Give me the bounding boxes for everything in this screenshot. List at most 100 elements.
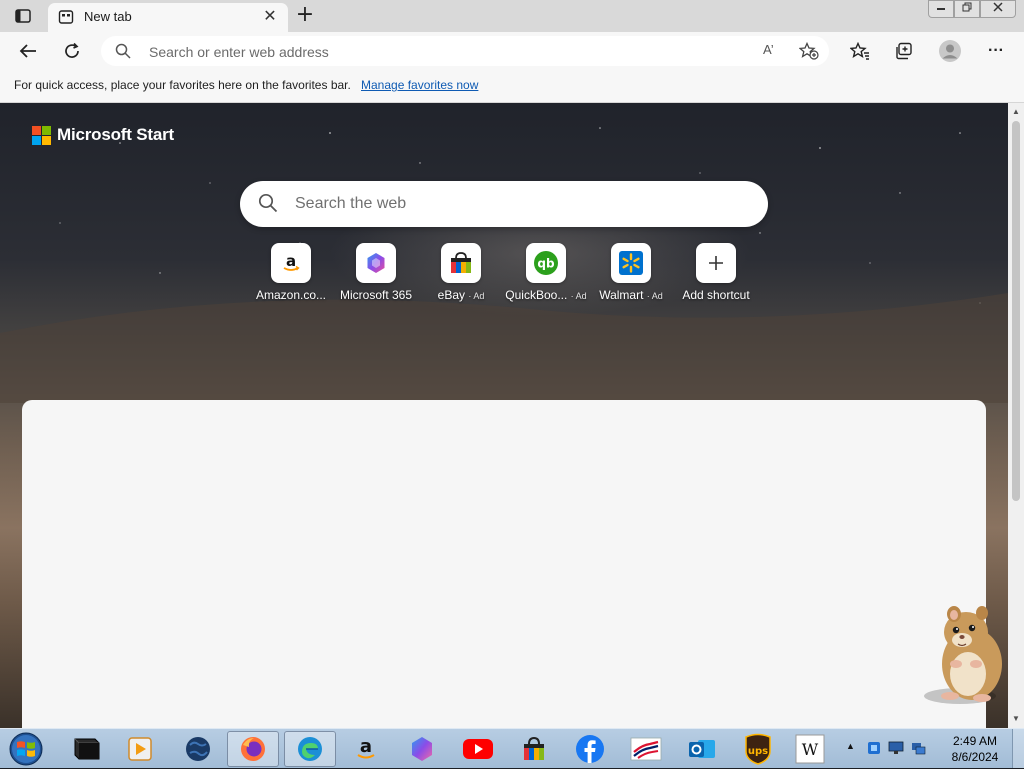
shortcut-tile [696, 243, 736, 283]
facebook-icon [576, 735, 604, 763]
taskbar-app-edge[interactable] [284, 731, 336, 767]
back-arrow-icon [19, 44, 36, 58]
microsoft-logo [32, 126, 52, 146]
settings-more-button[interactable]: ··· [982, 38, 1010, 64]
tab-title: New tab [84, 9, 132, 24]
taskbar-app-copilot[interactable] [396, 731, 448, 767]
taskbar-app-ebay[interactable] [508, 731, 560, 767]
taskbar-app-wikipedia[interactable]: W [784, 731, 836, 767]
read-aloud-button[interactable]: A’ [763, 42, 785, 60]
scroll-down-arrow-icon[interactable]: ▼ [1012, 714, 1020, 723]
shortcut-name: eBay [437, 288, 465, 302]
manage-favorites-link[interactable]: Manage favorites now [361, 78, 478, 92]
scrollbar-thumb[interactable] [1012, 121, 1020, 501]
windows-taskbar: a ups W ▲ 2:49 AM 8/6/2024 [0, 728, 1024, 768]
title-bar: New tab ✕ + [0, 0, 1024, 32]
taskbar-app-youtube[interactable] [452, 731, 504, 767]
refresh-button[interactable] [58, 38, 86, 64]
app-tray-icon[interactable] [866, 740, 882, 756]
clock-time[interactable]: 2:49 AM [944, 734, 1006, 748]
tab-close-button[interactable]: ✕ [260, 7, 280, 27]
restore-icon [962, 2, 972, 12]
terminal-icon [74, 738, 100, 760]
network-icon[interactable] [910, 740, 926, 756]
amazon-icon: a [283, 252, 300, 271]
shortcut-tile: a [271, 243, 311, 283]
shortcut-quickbooks[interactable]: qb QuickBoo... · Ad [504, 243, 588, 305]
taskbar-app-media-player[interactable] [114, 731, 166, 767]
taskbar-app-ups[interactable]: ups [732, 731, 784, 767]
shortcut-name: QuickBoo... [505, 288, 568, 302]
outlook-icon [689, 740, 715, 758]
start-button-icon[interactable] [6, 731, 46, 767]
shortcut-label: Amazon.co... [243, 288, 339, 302]
tab-actions-icon [15, 9, 31, 23]
display-icon[interactable] [888, 741, 904, 755]
ups-icon: ups [745, 733, 771, 765]
ebay-icon [524, 736, 544, 760]
shortcut-add[interactable]: Add shortcut [674, 243, 758, 305]
ad-badge: · Ad [646, 291, 663, 301]
shortcut-name: Add shortcut [682, 288, 750, 302]
favorites-button[interactable] [846, 38, 874, 64]
close-icon [993, 2, 1003, 12]
close-window-button[interactable] [980, 0, 1016, 18]
tab-new-tab[interactable]: New tab ✕ [48, 3, 288, 32]
shortcut-label: Add shortcut [668, 288, 764, 302]
favorites-bar: For quick access, place your favorites h… [0, 70, 1024, 103]
svg-text:a: a [360, 736, 372, 757]
collections-button[interactable] [890, 38, 918, 64]
restore-button[interactable] [954, 0, 980, 18]
taskbar-app-amazon[interactable]: a [340, 731, 392, 767]
shortcut-tile: qb [526, 243, 566, 283]
svg-text:a: a [286, 252, 296, 270]
clock-date[interactable]: 8/6/2024 [944, 750, 1006, 764]
new-tab-button[interactable]: + [293, 4, 317, 28]
hamster-desktop-pet[interactable] [920, 604, 1010, 708]
minimize-button[interactable] [928, 0, 954, 18]
collections-icon [896, 42, 912, 60]
svg-text:qb: qb [537, 257, 555, 271]
system-tray: ▲ 2:49 AM 8/6/2024 [840, 729, 1024, 769]
minimize-icon [937, 8, 945, 10]
firefox-icon [241, 737, 265, 761]
shortcut-microsoft-365[interactable]: Microsoft 365 [334, 243, 418, 305]
ad-badge: · Ad [468, 291, 485, 301]
shortcut-tile [611, 243, 651, 283]
taskbar-app-firefox[interactable] [227, 731, 279, 767]
taskbar-app-bank-of-america[interactable] [620, 731, 672, 767]
page-scrollbar[interactable]: ▲ ▼ [1008, 103, 1024, 728]
profile-button[interactable] [936, 38, 964, 64]
shortcut-amazon[interactable]: a Amazon.co... [249, 243, 333, 305]
shortcut-tile [356, 243, 396, 283]
scroll-up-arrow-icon[interactable]: ▲ [1012, 107, 1020, 116]
taskbar-app-globe[interactable] [172, 731, 224, 767]
address-bar[interactable]: Search or enter web address A’ [101, 36, 829, 66]
svg-text:W: W [802, 740, 819, 759]
media-player-icon [128, 737, 152, 761]
shortcut-label: Walmart · Ad [583, 288, 679, 302]
taskbar-app-facebook[interactable] [564, 731, 616, 767]
plus-icon [709, 256, 723, 270]
refresh-icon [65, 42, 79, 58]
walmart-icon [619, 251, 643, 275]
web-search-input[interactable]: Search the web [295, 195, 406, 213]
brand-title: Microsoft Start [57, 125, 174, 144]
svg-text:ups: ups [748, 746, 768, 757]
address-input[interactable]: Search or enter web address [149, 44, 329, 60]
shortcut-ebay[interactable]: eBay · Ad [419, 243, 503, 305]
web-search-box[interactable]: Search the web [240, 181, 768, 227]
shortcut-tile [441, 243, 481, 283]
edge-icon [298, 737, 322, 761]
back-button[interactable] [14, 38, 42, 64]
tab-actions-button[interactable] [12, 7, 34, 25]
shortcut-walmart[interactable]: Walmart · Ad [589, 243, 673, 305]
taskbar-app-outlook[interactable] [676, 731, 728, 767]
show-desktop-button[interactable] [1012, 729, 1024, 768]
taskbar-app-terminal[interactable] [60, 731, 112, 767]
shortcut-name: Walmart [599, 288, 644, 302]
show-hidden-icons-button[interactable]: ▲ [846, 741, 855, 751]
add-favorite-icon[interactable] [799, 42, 819, 60]
new-tab-page-icon [58, 10, 74, 24]
avatar-icon [939, 40, 961, 62]
